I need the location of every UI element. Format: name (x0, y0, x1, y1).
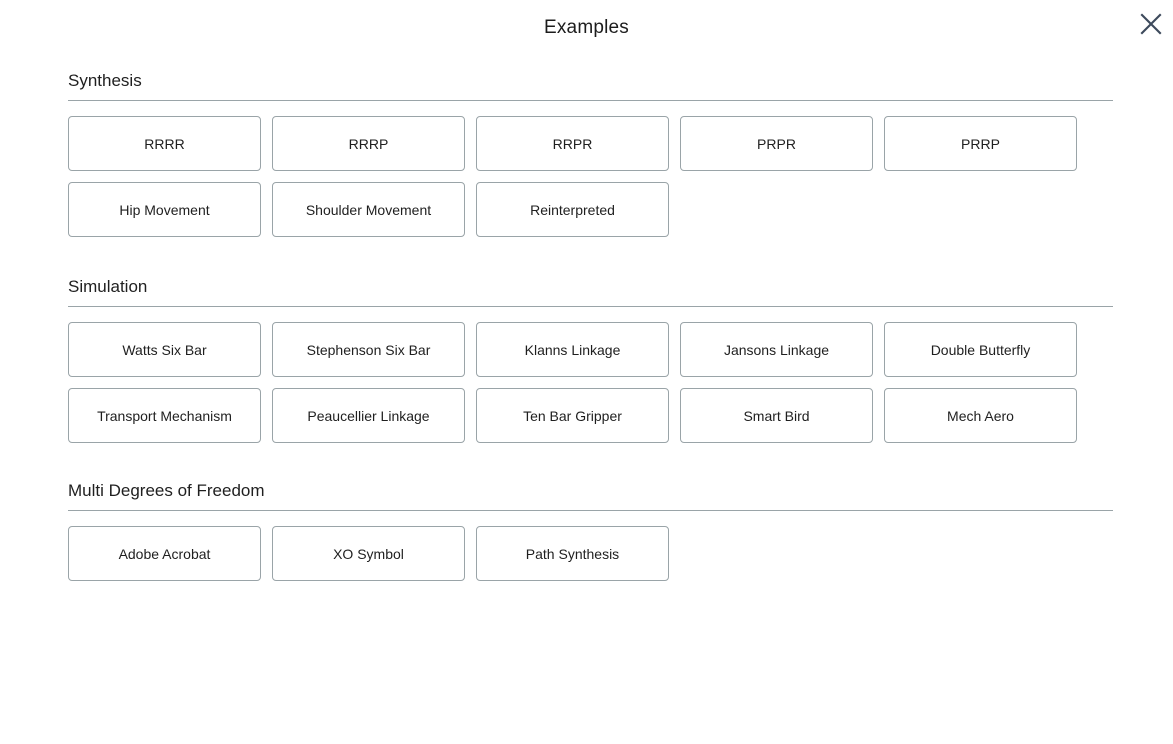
page-title: Examples (543, 16, 630, 38)
examples-dialog: { "header": { "title": "Examples", "clos… (0, 0, 1173, 744)
example-button-xo-symbol[interactable]: XO Symbol (272, 526, 465, 581)
dialog-body: Synthesis RRRR RRRP RRPR PRPR PRRP Hip M… (0, 56, 1173, 581)
close-button[interactable] (1134, 7, 1168, 41)
section-synthesis: Synthesis RRRR RRRP RRPR PRPR PRRP Hip M… (0, 56, 1173, 237)
example-button-smart-bird[interactable]: Smart Bird (680, 388, 873, 443)
example-button-prpr[interactable]: PRPR (680, 116, 873, 171)
example-button-stephenson-six-bar[interactable]: Stephenson Six Bar (272, 322, 465, 377)
example-button-grid-multidof: Adobe Acrobat XO Symbol Path Synthesis (68, 526, 1082, 581)
example-button-hip-movement[interactable]: Hip Movement (68, 182, 261, 237)
section-divider (68, 100, 1113, 101)
section-simulation: Simulation Watts Six Bar Stephenson Six … (0, 237, 1173, 443)
example-button-prrp[interactable]: PRRP (884, 116, 1077, 171)
example-button-shoulder-movement[interactable]: Shoulder Movement (272, 182, 465, 237)
example-button-watts-six-bar[interactable]: Watts Six Bar (68, 322, 261, 377)
example-button-rrrr[interactable]: RRRR (68, 116, 261, 171)
close-icon (1139, 12, 1163, 36)
example-button-mech-aero[interactable]: Mech Aero (884, 388, 1077, 443)
example-button-rrrp[interactable]: RRRP (272, 116, 465, 171)
section-divider (68, 510, 1113, 511)
example-button-rrpr[interactable]: RRPR (476, 116, 669, 171)
example-button-peaucellier-linkage[interactable]: Peaucellier Linkage (272, 388, 465, 443)
example-button-path-synthesis[interactable]: Path Synthesis (476, 526, 669, 581)
example-button-grid-synthesis: RRRR RRRP RRPR PRPR PRRP Hip Movement Sh… (68, 116, 1082, 237)
dialog-header: Examples (0, 0, 1173, 56)
example-button-transport-mechanism[interactable]: Transport Mechanism (68, 388, 261, 443)
example-button-double-butterfly[interactable]: Double Butterfly (884, 322, 1077, 377)
section-header-synthesis: Synthesis (68, 71, 142, 90)
section-header-multi-degrees-of-freedom: Multi Degrees of Freedom (68, 481, 265, 500)
example-button-grid-simulation: Watts Six Bar Stephenson Six Bar Klanns … (68, 322, 1082, 443)
section-multi-degrees-of-freedom: Multi Degrees of Freedom Adobe Acrobat X… (0, 443, 1173, 581)
section-header-simulation: Simulation (68, 277, 148, 296)
example-button-ten-bar-gripper[interactable]: Ten Bar Gripper (476, 388, 669, 443)
example-button-klanns-linkage[interactable]: Klanns Linkage (476, 322, 669, 377)
example-button-jansons-linkage[interactable]: Jansons Linkage (680, 322, 873, 377)
example-button-adobe-acrobat[interactable]: Adobe Acrobat (68, 526, 261, 581)
section-divider (68, 306, 1113, 307)
example-button-reinterpreted[interactable]: Reinterpreted (476, 182, 669, 237)
